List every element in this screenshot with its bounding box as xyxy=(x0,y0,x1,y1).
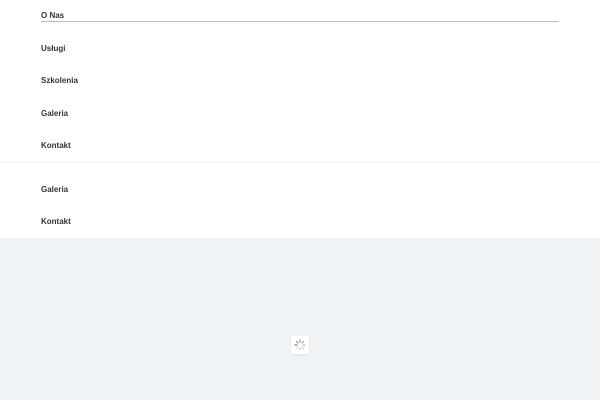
nav-item-kontakt[interactable]: Kontakt xyxy=(41,141,71,151)
nav-item-kontakt-secondary[interactable]: Kontakt xyxy=(41,217,71,227)
page: O Nas Usługi Szkolenia Galeria Kontakt G… xyxy=(0,0,600,400)
nav-item-szkolenia[interactable]: Szkolenia xyxy=(41,76,78,86)
active-item-underline xyxy=(41,21,559,22)
secondary-nav-menu: Galeria Kontakt xyxy=(0,163,600,238)
nav-item-uslugi[interactable]: Usługi xyxy=(41,44,65,54)
content-area xyxy=(0,238,600,400)
primary-nav-menu: O Nas Usługi Szkolenia Galeria Kontakt xyxy=(0,0,600,162)
nav-item-galeria-secondary[interactable]: Galeria xyxy=(41,185,68,195)
nav-item-galeria[interactable]: Galeria xyxy=(41,109,68,119)
nav-item-o-nas[interactable]: O Nas xyxy=(41,11,64,21)
loading-spinner-icon xyxy=(294,339,306,351)
loading-indicator xyxy=(291,336,309,354)
